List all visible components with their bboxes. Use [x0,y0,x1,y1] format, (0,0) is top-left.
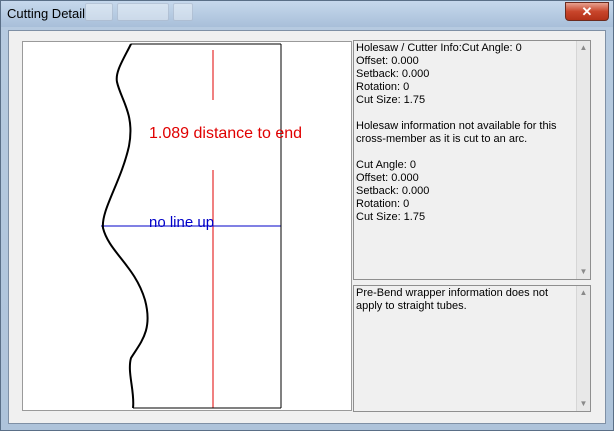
dialog-client-area: 1.089 distance to end no line up Holesaw… [8,30,606,424]
title-bar[interactable]: Cutting Detail ✕ [1,1,613,27]
cut-profile-drawing: 1.089 distance to end no line up [101,43,302,409]
holesaw-scrollbar[interactable]: ▲ ▼ [576,41,590,279]
window-title: Cutting Detail [7,6,86,21]
triangle-down-icon: ▼ [579,399,588,408]
distance-label: 1.089 distance to end [149,125,302,142]
scroll-down-arrow[interactable]: ▼ [577,265,590,279]
triangle-down-icon: ▼ [579,267,588,276]
background-ghost-button [85,3,113,21]
holesaw-info-text: Holesaw / Cutter Info:Cut Angle: 0 Offse… [356,42,557,223]
background-ghost-button [117,3,169,21]
close-icon: ✕ [581,4,593,19]
scroll-up-arrow[interactable]: ▲ [577,41,590,55]
triangle-up-icon: ▲ [579,43,588,52]
triangle-up-icon: ▲ [579,288,588,297]
prebend-info-text: Pre-Bend wrapper information does not ap… [356,287,552,312]
close-button[interactable]: ✕ [565,2,609,21]
holesaw-info-textbox[interactable]: Holesaw / Cutter Info:Cut Angle: 0 Offse… [353,40,591,280]
prebend-scrollbar[interactable]: ▲ ▼ [576,286,590,411]
background-ghost-button [173,3,193,21]
prebend-info-textbox[interactable]: Pre-Bend wrapper information does not ap… [353,285,591,412]
scroll-up-arrow[interactable]: ▲ [577,286,590,300]
cutting-detail-window: Cutting Detail ✕ 1.089 distance to end n… [0,0,614,431]
cut-drawing-canvas: 1.089 distance to end no line up [22,41,352,411]
lineup-label: no line up [149,214,214,231]
scroll-down-arrow[interactable]: ▼ [577,397,590,411]
